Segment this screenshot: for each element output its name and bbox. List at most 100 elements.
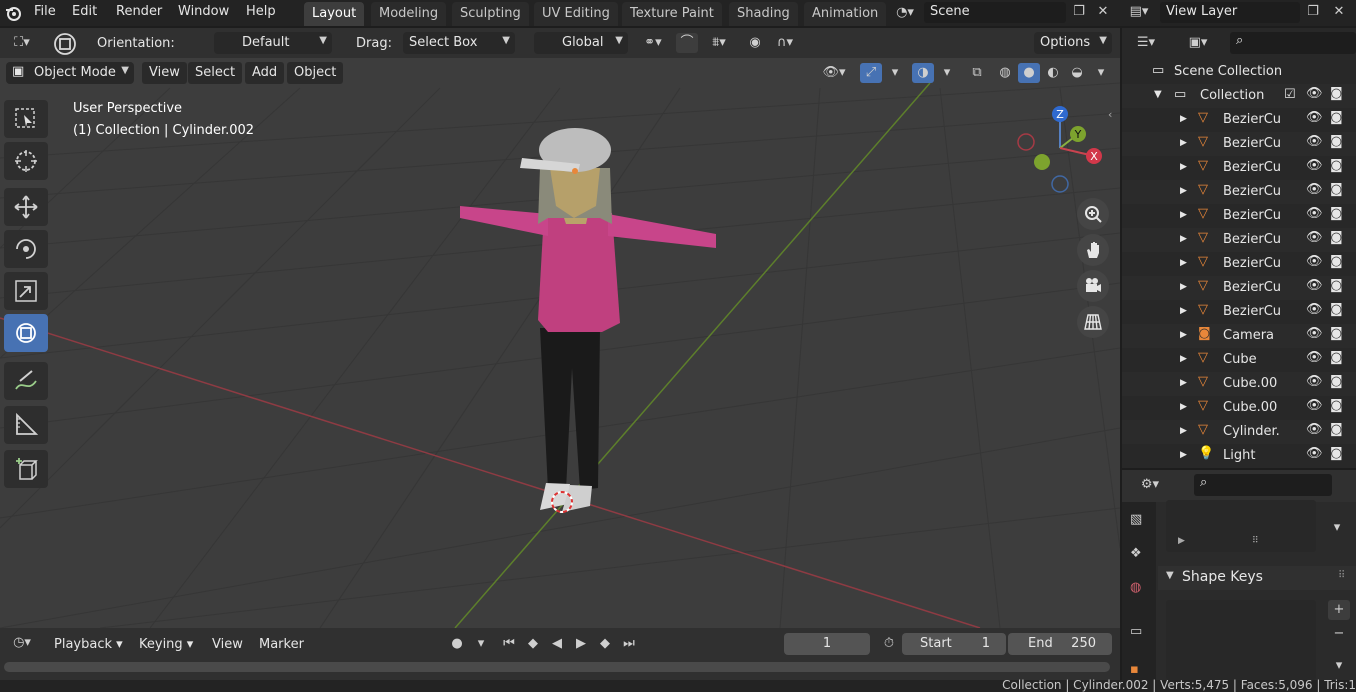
scene-name-field[interactable]: Scene: [924, 2, 1066, 23]
render-properties-icon[interactable]: ▧: [1130, 512, 1154, 536]
current-frame-field[interactable]: 1: [784, 633, 870, 655]
display-mode-icon[interactable]: ▣▾: [1180, 33, 1216, 53]
outliner-scene-collection[interactable]: ▭ Scene Collection: [1122, 60, 1356, 84]
expand-arrow-icon[interactable]: ▶: [1180, 258, 1187, 268]
rotate-tool[interactable]: [4, 230, 48, 268]
eye-icon[interactable]: 👁: [1306, 374, 1323, 389]
scene-selector-icon[interactable]: ◔▾: [888, 3, 922, 23]
material-shading-icon[interactable]: ◐: [1042, 63, 1064, 83]
outliner-item[interactable]: ▶ 💡 Light 👁 ◙: [1122, 444, 1356, 468]
viewport-menu-view[interactable]: View: [142, 62, 187, 84]
rendered-shading-icon[interactable]: ◒: [1066, 63, 1088, 83]
camera-render-icon[interactable]: ◙: [1330, 206, 1343, 221]
navigation-gizmo[interactable]: Z Y X: [1010, 102, 1110, 194]
outliner-item[interactable]: ▶ ▽ Cube.00 👁 ◙: [1122, 372, 1356, 396]
menu-help[interactable]: Help: [246, 4, 276, 19]
eye-icon[interactable]: 👁: [1306, 182, 1323, 197]
expand-arrow-icon[interactable]: ▶: [1180, 210, 1187, 220]
camera-render-icon[interactable]: ◙: [1330, 422, 1343, 437]
shape-keys-list[interactable]: [1166, 600, 1316, 680]
3d-viewport[interactable]: ⛶▾ Orientation: Default ▼ Drag: Select B…: [0, 28, 1120, 628]
prev-keyframe-icon[interactable]: ◆: [522, 634, 544, 654]
eye-icon[interactable]: 👁: [1306, 422, 1323, 437]
select-box-tool[interactable]: [4, 100, 48, 138]
pivot-point-icon[interactable]: ⚭▾: [636, 33, 670, 53]
visibility-selector-icon[interactable]: 👁▾: [816, 63, 852, 83]
viewport-menu-object[interactable]: Object: [287, 62, 344, 84]
camera-render-icon[interactable]: ◙: [1330, 134, 1343, 149]
properties-editor-type-icon[interactable]: ⚙▾: [1132, 475, 1168, 495]
outliner-item[interactable]: ▶ ▽ BezierCu 👁 ◙: [1122, 108, 1356, 132]
camera-render-icon[interactable]: ◙: [1330, 158, 1343, 173]
shading-dropdown-icon[interactable]: ▾: [1090, 63, 1112, 83]
snap-target-icon[interactable]: ⩩▾: [700, 33, 738, 53]
new-view-layer-icon[interactable]: ❐: [1302, 2, 1324, 22]
eye-icon[interactable]: 👁: [1306, 254, 1323, 269]
camera-render-icon[interactable]: ◙: [1330, 302, 1343, 317]
new-scene-icon[interactable]: ❐: [1068, 2, 1090, 22]
camera-render-icon[interactable]: ◙: [1330, 374, 1343, 389]
eye-icon[interactable]: 👁: [1306, 158, 1323, 173]
outliner-item[interactable]: ▶ ◙ Camera 👁 ◙: [1122, 324, 1356, 348]
transform-orientation-dropdown[interactable]: Global ▼: [534, 32, 628, 54]
eye-icon[interactable]: 👁: [1306, 350, 1323, 365]
move-tool[interactable]: [4, 188, 48, 226]
camera-render-icon[interactable]: ◙: [1330, 446, 1343, 461]
next-keyframe-icon[interactable]: ◆: [594, 634, 616, 654]
timeline-menu-marker[interactable]: Marker: [253, 634, 310, 656]
falloff-icon[interactable]: ∩▾: [768, 33, 802, 53]
expand-arrow-icon[interactable]: ▶: [1180, 138, 1187, 148]
stopwatch-icon[interactable]: ⏱: [878, 634, 900, 654]
editor-type-icon[interactable]: ◷▾: [4, 633, 40, 653]
eye-icon[interactable]: 👁: [1306, 230, 1323, 245]
vertex-groups-list[interactable]: ▶ ⠿: [1166, 500, 1316, 552]
camera-render-icon[interactable]: ◙: [1330, 326, 1343, 341]
expand-icon[interactable]: ▶: [1178, 536, 1185, 546]
outliner-item[interactable]: ▶ ▽ BezierCu 👁 ◙: [1122, 204, 1356, 228]
timeline-menu-view[interactable]: View: [206, 634, 249, 656]
outliner-item[interactable]: ▶ ▽ BezierCu 👁 ◙: [1122, 276, 1356, 300]
menu-file[interactable]: File: [34, 4, 56, 19]
add-shape-key-icon[interactable]: +: [1328, 600, 1350, 620]
expand-arrow-icon[interactable]: ▶: [1180, 354, 1187, 364]
outliner-item[interactable]: ▶ ▽ Cube 👁 ◙: [1122, 348, 1356, 372]
perspective-toggle-button[interactable]: [1077, 306, 1109, 338]
transform-tool[interactable]: [4, 314, 48, 352]
camera-render-icon[interactable]: ◙: [1330, 86, 1343, 101]
camera-render-icon[interactable]: ◙: [1330, 110, 1343, 125]
zoom-button[interactable]: [1077, 198, 1109, 230]
transform-gizmo-icon[interactable]: [52, 31, 78, 57]
eye-icon[interactable]: 👁: [1306, 398, 1323, 413]
eye-icon[interactable]: 👁: [1306, 302, 1323, 317]
tab-uv-editing[interactable]: UV Editing: [534, 2, 618, 26]
outliner-search-input[interactable]: ⌕: [1230, 32, 1356, 54]
add-cube-tool[interactable]: [4, 450, 48, 488]
menu-edit[interactable]: Edit: [72, 4, 97, 19]
pan-button[interactable]: [1077, 234, 1109, 266]
snap-toggle-icon[interactable]: ⌒: [676, 33, 698, 53]
eye-icon[interactable]: 👁: [1306, 206, 1323, 221]
orientation-dropdown[interactable]: Default ▼: [214, 32, 332, 54]
expand-arrow-icon[interactable]: ▶: [1180, 162, 1187, 172]
outliner-item[interactable]: ▶ ▽ Cube.00 👁 ◙: [1122, 396, 1356, 420]
tab-sculpting[interactable]: Sculpting: [452, 2, 529, 26]
wireframe-shading-icon[interactable]: ◍: [994, 63, 1016, 83]
scene-properties-icon[interactable]: ❖: [1130, 546, 1154, 570]
jump-start-icon[interactable]: ⏮: [498, 634, 520, 654]
collapse-arrow-icon[interactable]: ▼: [1154, 89, 1162, 100]
transform-tool-icon[interactable]: ⛶▾: [4, 33, 40, 53]
camera-render-icon[interactable]: ◙: [1330, 230, 1343, 245]
play-reverse-icon[interactable]: ◀: [546, 634, 568, 654]
expand-arrow-icon[interactable]: ▶: [1180, 306, 1187, 316]
viewport-menu-select[interactable]: Select: [188, 62, 243, 84]
viewport-menu-add[interactable]: Add: [245, 62, 285, 84]
measure-tool[interactable]: [4, 406, 48, 444]
view-layer-selector-icon[interactable]: ▤▾: [1124, 2, 1154, 22]
annotate-tool[interactable]: [4, 362, 48, 400]
delete-view-layer-icon[interactable]: ✕: [1328, 2, 1350, 22]
outliner-collection[interactable]: ▼ ▭ Collection ☑ 👁 ◙: [1122, 84, 1356, 108]
view-layer-name-field[interactable]: View Layer: [1160, 2, 1300, 23]
eye-icon[interactable]: 👁: [1306, 110, 1323, 125]
drag-dropdown[interactable]: Select Box ▼: [403, 32, 515, 54]
outliner-editor-type-icon[interactable]: ☰▾: [1128, 33, 1164, 53]
